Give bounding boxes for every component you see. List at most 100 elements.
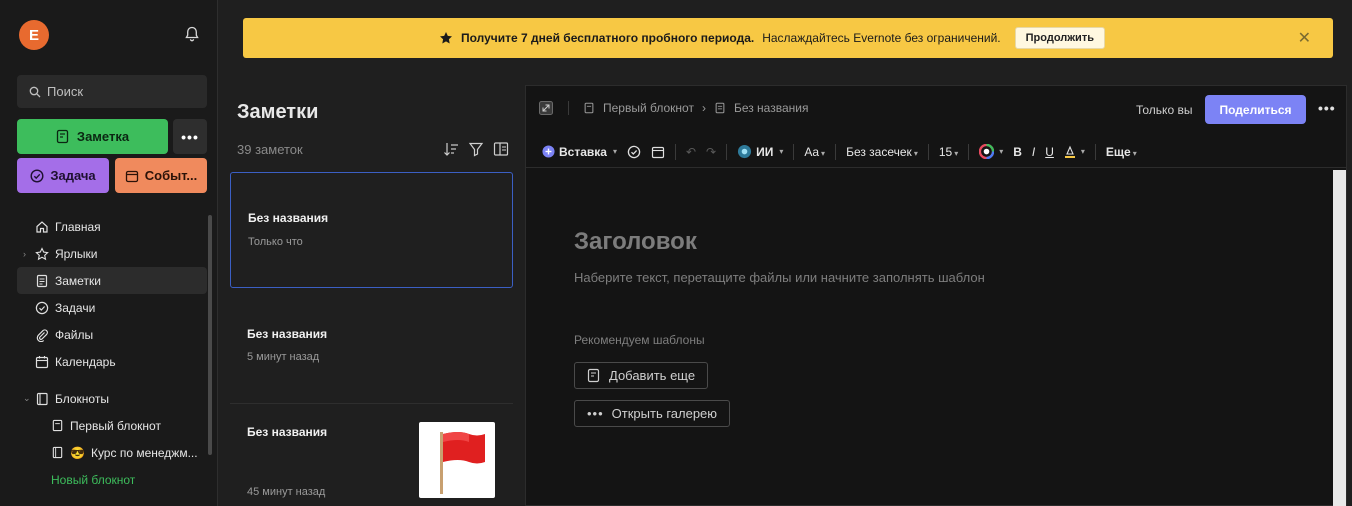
chevron-down-icon: ▾ bbox=[1132, 148, 1137, 158]
note-icon bbox=[36, 274, 48, 287]
sidebar-nav: Главная › Ярлыки Заметки Задачи Файлы Ка… bbox=[17, 213, 207, 493]
divider bbox=[927, 143, 929, 160]
ai-sparkle-icon bbox=[738, 144, 752, 159]
note-add-icon bbox=[56, 129, 69, 144]
notebook-emoji: 😎 bbox=[70, 445, 85, 460]
sidebar-item-label: Календарь bbox=[55, 354, 116, 369]
divider bbox=[568, 101, 569, 115]
banner-continue-button[interactable]: Продолжить bbox=[1014, 27, 1105, 49]
check-circle-icon[interactable] bbox=[627, 145, 641, 159]
sidebar-item-first-notebook[interactable]: Первый блокнот bbox=[17, 412, 207, 439]
add-template-button[interactable]: Добавить еще bbox=[574, 362, 709, 389]
bell-icon[interactable] bbox=[183, 25, 201, 43]
font-label: Без засечек bbox=[846, 144, 912, 159]
calendar-icon bbox=[35, 355, 49, 368]
sidebar-item-label: Файлы bbox=[55, 327, 94, 342]
sidebar-item-calendar[interactable]: Календарь bbox=[17, 348, 207, 375]
open-gallery-button[interactable]: ••• Открыть галерею bbox=[574, 400, 731, 427]
insert-button[interactable]: Вставка ▾ bbox=[542, 145, 617, 159]
italic-button[interactable]: I bbox=[1032, 145, 1035, 159]
chevron-down-icon[interactable]: ⌄ bbox=[23, 393, 31, 404]
sidebar-item-management-course[interactable]: 😎 Курс по менеджм... bbox=[17, 439, 207, 466]
sidebar-item-new-notebook[interactable]: Новый блокнот bbox=[17, 466, 207, 493]
color-picker[interactable]: ▾ bbox=[979, 144, 1003, 159]
add-template-label: Добавить еще bbox=[609, 368, 696, 383]
paperclip-icon bbox=[36, 328, 48, 342]
sharing-status[interactable]: Только вы bbox=[1136, 103, 1192, 117]
more-create-button[interactable]: ••• bbox=[173, 119, 207, 154]
more-icon: ••• bbox=[587, 406, 604, 421]
search-input[interactable]: Поиск bbox=[17, 75, 207, 108]
note-card[interactable]: Без названия 5 минут назад bbox=[230, 288, 513, 403]
chevron-down-icon: ▾ bbox=[821, 148, 826, 158]
note-card[interactable]: Без названия Только что bbox=[230, 172, 513, 288]
notes-count: 39 заметок bbox=[237, 142, 303, 157]
open-gallery-label: Открыть галерею bbox=[611, 406, 718, 421]
sidebar-item-notebooks[interactable]: ⌄ Блокноты bbox=[17, 385, 207, 412]
filter-icon[interactable] bbox=[468, 141, 484, 157]
sort-icon[interactable] bbox=[443, 141, 459, 157]
underline-button[interactable]: U bbox=[1045, 145, 1054, 159]
note-body-input[interactable]: Наберите текст, перетащите файлы или нач… bbox=[574, 270, 985, 285]
trial-banner: Получите 7 дней бесплатного пробного пер… bbox=[243, 18, 1333, 58]
layout-icon[interactable] bbox=[493, 141, 509, 157]
home-icon bbox=[36, 220, 48, 233]
sidebar: E Поиск Заметка ••• Задача Событ... Глав… bbox=[0, 0, 218, 506]
sidebar-item-label: Новый блокнот bbox=[51, 472, 136, 487]
sidebar-item-tasks[interactable]: Задачи bbox=[17, 294, 207, 321]
breadcrumb-notebook[interactable]: Первый блокнот bbox=[603, 101, 694, 115]
note-icon bbox=[715, 102, 725, 114]
insert-label: Вставка bbox=[559, 144, 607, 159]
text-style-button[interactable]: Aa ▾ bbox=[804, 145, 825, 159]
sidebar-item-home[interactable]: Главная bbox=[17, 213, 207, 240]
note-title-input[interactable]: Заголовок bbox=[574, 228, 697, 256]
new-task-button[interactable]: Задача bbox=[17, 158, 109, 193]
star-icon bbox=[35, 246, 49, 260]
undo-icon[interactable]: ↶ bbox=[686, 145, 696, 159]
sidebar-item-notes[interactable]: Заметки bbox=[17, 267, 207, 294]
sidebar-item-label: Блокноты bbox=[55, 391, 109, 406]
size-select[interactable]: 15 ▾ bbox=[939, 145, 958, 159]
search-placeholder: Поиск bbox=[47, 84, 84, 99]
sidebar-scrollbar[interactable] bbox=[208, 215, 212, 455]
font-select[interactable]: Без засечек ▾ bbox=[846, 145, 918, 159]
new-event-button[interactable]: Событ... bbox=[115, 158, 207, 193]
more-format-button[interactable]: Еще ▾ bbox=[1106, 145, 1137, 159]
highlight-button[interactable]: ▾ bbox=[1064, 145, 1085, 159]
expand-icon[interactable] bbox=[538, 100, 554, 116]
templates-label: Рекомендуем шаблоны bbox=[574, 333, 705, 347]
star-icon bbox=[440, 32, 452, 44]
list-toolbar bbox=[443, 141, 509, 157]
chevron-right-icon[interactable]: › bbox=[23, 249, 26, 259]
chevron-down-icon: ▾ bbox=[779, 147, 784, 156]
avatar[interactable]: E bbox=[19, 20, 49, 50]
note-time: Только что bbox=[248, 236, 303, 248]
sidebar-item-files[interactable]: Файлы bbox=[17, 321, 207, 348]
close-icon[interactable]: ✕ bbox=[1298, 28, 1311, 48]
calendar-icon[interactable] bbox=[651, 145, 665, 159]
plus-circle-icon bbox=[542, 145, 555, 158]
search-icon bbox=[29, 86, 41, 97]
new-event-label: Событ... bbox=[144, 168, 198, 183]
sidebar-item-shortcuts[interactable]: › Ярлыки bbox=[17, 240, 207, 267]
redo-icon[interactable]: ↷ bbox=[706, 145, 716, 159]
chevron-down-icon: ▾ bbox=[999, 147, 1004, 156]
breadcrumb-separator: › bbox=[701, 101, 706, 115]
note-add-icon bbox=[587, 368, 600, 383]
more-options-button[interactable]: ••• bbox=[1318, 100, 1336, 116]
note-time: 45 минут назад bbox=[247, 486, 326, 498]
ai-button[interactable]: ИИ ▾ bbox=[737, 144, 783, 159]
chevron-down-icon: ▾ bbox=[913, 148, 918, 158]
breadcrumb-note[interactable]: Без названия bbox=[734, 101, 809, 115]
size-label: 15 bbox=[938, 144, 953, 159]
editor-scrollbar[interactable] bbox=[1333, 170, 1346, 506]
share-button[interactable]: Поделиться bbox=[1205, 95, 1306, 124]
divider bbox=[1094, 143, 1096, 160]
bold-button[interactable]: B bbox=[1013, 145, 1022, 159]
format-toolbar: Вставка ▾ ↶ ↷ ИИ ▾ Aa ▾ Без засечек ▾ 15 ▾ ▾ bbox=[526, 136, 1346, 168]
notebook-icon bbox=[52, 419, 63, 432]
note-title: Без названия bbox=[247, 425, 328, 439]
new-note-button[interactable]: Заметка bbox=[17, 119, 168, 154]
sidebar-item-label: Курс по менеджм... bbox=[90, 445, 198, 460]
